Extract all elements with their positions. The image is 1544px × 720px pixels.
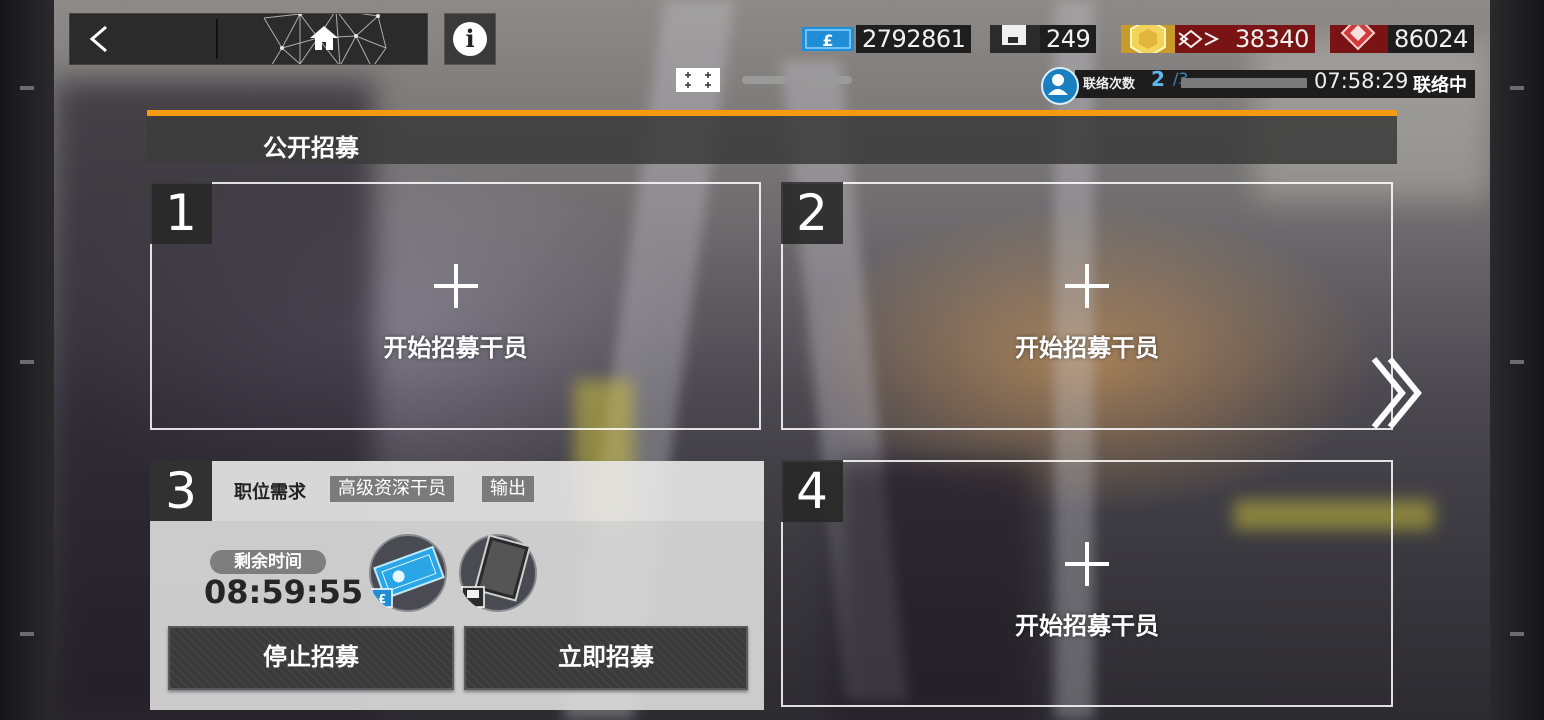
home-button[interactable] [220, 14, 427, 64]
slot-number: 1 [150, 182, 212, 244]
plus-icon [1065, 542, 1109, 586]
contact-progress-bar [1181, 78, 1307, 88]
resource-recruitment-permit[interactable]: £ 2792861 [800, 25, 972, 53]
orundum-icon [1330, 25, 1388, 53]
grid-icon [676, 68, 720, 92]
left-bezel [0, 0, 54, 720]
header-band: 公开招募 [147, 110, 1397, 164]
contact-time: 07:58:29 [1314, 69, 1409, 93]
info-button[interactable]: i [444, 13, 496, 65]
page-title: 公开招募 [263, 134, 359, 162]
nav-group [69, 13, 428, 65]
user-avatar-icon[interactable] [1041, 67, 1079, 105]
svg-text:£: £ [822, 31, 833, 50]
right-bezel [1490, 0, 1544, 720]
stop-recruit-button[interactable]: 停止招募 [168, 626, 454, 690]
contact-status-text: 联络中 [1413, 75, 1467, 96]
page-indicator-dot[interactable] [806, 76, 852, 84]
next-page-arrow-icon[interactable] [1368, 355, 1422, 431]
instant-recruit-button[interactable]: 立即招募 [464, 626, 748, 690]
slot-number: 4 [781, 460, 843, 522]
slot-number: 3 [150, 461, 212, 521]
start-recruit-label: 开始招募干员 [1015, 612, 1159, 640]
resource-value: 2792861 [856, 25, 972, 53]
contact-count: 2 [1151, 67, 1165, 91]
recruitment-permit-icon: £ [802, 27, 854, 51]
resource-value: 38340 [1229, 25, 1315, 53]
back-chevron-icon [89, 25, 107, 53]
slot-number: 2 [781, 182, 843, 244]
expedited-plan-icon [459, 534, 537, 612]
resource-orundum[interactable]: 86024 [1330, 25, 1474, 53]
page-indicator-dot[interactable] [742, 76, 788, 84]
page-indicator-grid[interactable] [676, 68, 720, 96]
resource-value: 86024 [1388, 25, 1474, 53]
tag-dps: 输出 [482, 476, 534, 502]
recruitment-permit-icon: £ [369, 534, 447, 612]
requirement-label: 职位需求 [234, 482, 306, 503]
expedited-plan-icon [990, 25, 1040, 53]
back-button[interactable] [70, 14, 216, 64]
start-recruit-label: 开始招募干员 [383, 334, 528, 362]
recruit-slot-2[interactable]: 2 开始招募干员 [781, 182, 1393, 430]
home-icon [310, 26, 338, 50]
resource-expedited-plan[interactable]: 249 [990, 25, 1097, 53]
recruit-slot-3: 3 职位需求 高级资深干员 输出 剩余时间 08:59:55 £ 停止招募 立即… [150, 461, 764, 710]
tag-senior-operator: 高级资深干员 [330, 476, 454, 502]
originium-prime-icon [1121, 25, 1229, 53]
contact-count-label: 联络次数 [1083, 77, 1136, 92]
remaining-time: 08:59:55 [204, 573, 364, 611]
resource-originium-prime[interactable]: 38340 [1121, 25, 1315, 53]
contact-status: 联络次数 2 /3 07:58:29 联络中 [1041, 67, 1475, 105]
resource-value: 249 [1040, 25, 1097, 53]
remaining-time-label: 剩余时间 [210, 550, 326, 574]
info-icon: i [453, 22, 487, 56]
recruit-slot-1[interactable]: 1 开始招募干员 [150, 182, 761, 430]
plus-icon [1065, 264, 1109, 308]
nav-divider [216, 19, 218, 59]
start-recruit-label: 开始招募干员 [1015, 334, 1159, 362]
recruit-slot-4[interactable]: 4 开始招募干员 [781, 460, 1393, 707]
plus-icon [433, 264, 478, 308]
